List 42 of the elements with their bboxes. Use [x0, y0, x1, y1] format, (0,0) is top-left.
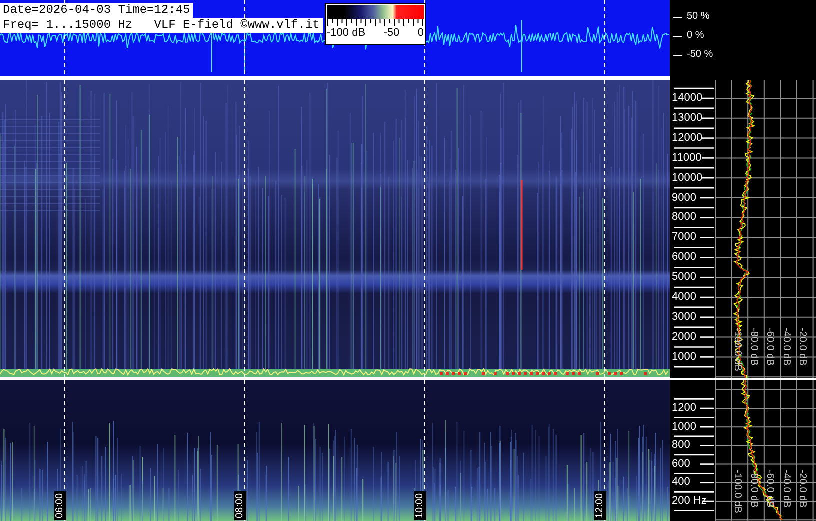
db-label: -20.0 dB: [797, 328, 808, 366]
time-label: 10:00: [414, 491, 427, 521]
frequency-label: 6000: [672, 251, 696, 264]
frequency-label: 800: [672, 439, 690, 452]
frequency-label: 14000: [672, 92, 703, 104]
frequency-label: 5000: [672, 271, 696, 284]
frequency-label: 7000: [672, 231, 696, 244]
frequency-label: 1000: [672, 350, 696, 363]
info-text: Freq= 1...15000 Hz VLF E-field ©www.vlf.it: [0, 18, 323, 33]
scale-label: -50: [384, 27, 400, 39]
db-label: -20.0 dB: [797, 470, 808, 508]
time-label: 12:00: [594, 491, 607, 521]
frequency-label: 8000: [672, 211, 696, 224]
db-label: -100.0 dB: [732, 470, 743, 514]
scale-label: -100 dB: [327, 27, 366, 39]
frequency-label: 600: [672, 458, 690, 470]
db-label: -80.0 dB: [748, 328, 760, 366]
db-label: -40.0 dB: [780, 470, 792, 508]
db-label: -100.0 dB: [732, 328, 743, 372]
info-text: Date=2026-04-03 Time=12:45: [0, 3, 194, 18]
frequency-label: 12000: [672, 132, 703, 144]
frequency-label: 11000: [672, 152, 702, 164]
frequency-label: 4000: [672, 291, 696, 303]
scale-label: 0: [418, 27, 424, 39]
frequency-label: 2000: [672, 330, 696, 343]
frequency-label: 200 Hz: [672, 495, 707, 507]
time-label: 08:00: [234, 491, 247, 521]
amplitude-label: 0 %: [687, 30, 704, 42]
amplitude-label: -50 %: [687, 49, 714, 61]
frequency-label: 400: [672, 476, 690, 488]
frequency-label: 1200: [672, 402, 696, 414]
frequency-label: 13000: [672, 112, 703, 124]
amplitude-label: 50 %: [687, 11, 710, 23]
frequency-label: 10000: [672, 172, 703, 184]
db-label: -60.0 dB: [764, 470, 776, 508]
frequency-label: 1000: [672, 420, 696, 433]
db-label: -80.0 dB: [748, 470, 760, 508]
frequency-label: 3000: [672, 310, 696, 323]
time-label: 06:00: [54, 491, 67, 521]
db-label: -40.0 dB: [780, 328, 792, 366]
db-label: -60.0 dB: [764, 328, 776, 366]
frequency-label: 9000: [672, 192, 696, 204]
